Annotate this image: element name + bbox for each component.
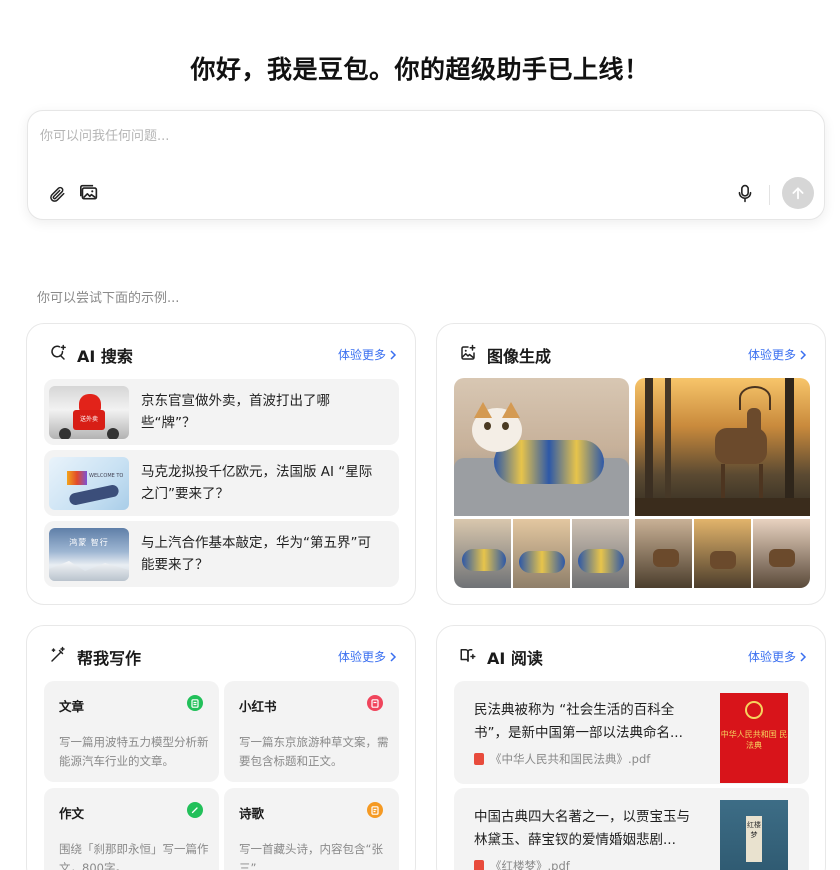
more-link[interactable]: 体验更多 <box>338 648 397 665</box>
ai-search-card: AI 搜索 体验更多 送外卖 京东官宣做外卖，首波打出了哪些“牌”？ WELCO… <box>26 323 416 605</box>
news-thumbnail: 送外卖 <box>49 386 129 439</box>
more-link-label: 体验更多 <box>337 348 386 362</box>
send-button[interactable] <box>782 177 814 209</box>
thumb-caption: 鸿蒙 智行 <box>69 538 109 547</box>
note-icon <box>367 695 383 711</box>
image-upload-button[interactable] <box>76 180 102 206</box>
reading-file: 《红楼梦》.pdf <box>474 858 570 870</box>
writing-card: 帮我写作 体验更多 文章 写一篇用波特五力模型分析新能源汽车行业的文章。 小红书… <box>26 625 416 870</box>
write-example-xiaohongshu[interactable]: 小红书 写一篇东京旅游种草文案，需要包含标题和正文。 <box>224 681 399 782</box>
generated-image-cat[interactable] <box>454 378 629 516</box>
more-link[interactable]: 体验更多 <box>748 648 807 665</box>
news-thumbnail: WELCOME TO <box>49 457 129 510</box>
generated-thumb-cat-1[interactable] <box>454 519 511 588</box>
card-header: 帮我写作 体验更多 <box>27 626 415 684</box>
card-title: 图像生成 <box>487 347 552 366</box>
generated-thumb-deer-3[interactable] <box>753 519 810 588</box>
chevron-right-icon <box>800 651 807 662</box>
more-link[interactable]: 体验更多 <box>338 346 397 363</box>
generated-thumb-deer-1[interactable] <box>635 519 692 588</box>
reading-item[interactable]: 民法典被称为 “社会生活的百科全书”，是新中国第一部以法典命名... 《中华人民… <box>454 681 809 784</box>
write-example-poem[interactable]: 诗歌 写一首藏头诗，内容包含“张三” <box>224 788 399 870</box>
book-cover-title: 红楼梦 <box>747 821 761 839</box>
news-thumbnail: 鸿蒙 智行 <box>49 528 129 581</box>
write-example-title: 诗歌 <box>239 806 265 821</box>
chevron-right-icon <box>800 349 807 360</box>
pencil-icon <box>187 802 203 818</box>
examples-hint: 你可以尝试下面的示例... <box>37 291 180 306</box>
image-icon <box>80 184 98 200</box>
toolbar-divider <box>769 185 770 205</box>
reading-file: 《中华人民共和国民法典》.pdf <box>474 751 650 767</box>
ai-reading-card: AI 阅读 体验更多 民法典被称为 “社会生活的百科全书”，是新中国第一部以法典… <box>436 625 826 870</box>
news-title: 京东官宣做外卖，首波打出了哪些“牌”？ <box>141 393 330 431</box>
image-generation-card: 图像生成 体验更多 <box>436 323 826 605</box>
news-item[interactable]: 送外卖 京东官宣做外卖，首波打出了哪些“牌”？ <box>44 379 399 445</box>
write-example-essay[interactable]: 作文 围绕「刹那即永恒」写一篇作文，800字。 <box>44 788 219 870</box>
write-example-title: 文章 <box>59 699 85 714</box>
pdf-icon <box>474 753 484 765</box>
document-icon <box>187 695 203 711</box>
news-title: 与上汽合作基本敲定，华为“第五界”可能要来了？ <box>141 535 371 573</box>
book-cover: 红楼梦 <box>720 800 788 870</box>
image-generate-icon <box>461 344 476 360</box>
write-example-desc: 围绕「刹那即永恒」写一篇作文，800字。 <box>59 842 209 870</box>
more-link-label: 体验更多 <box>747 348 796 362</box>
poem-icon <box>367 802 383 818</box>
generated-image-deer[interactable] <box>635 378 810 516</box>
news-title: 马克龙拟投千亿欧元，法国版 AI “星际之门”要来了？ <box>141 464 373 502</box>
reading-item[interactable]: 中国古典四大名著之一，以贾宝玉与林黛玉、薛宝钗的爱情婚姻悲剧... 《红楼梦》.… <box>454 788 809 870</box>
chat-input-box[interactable] <box>27 110 825 220</box>
pdf-icon <box>474 860 484 870</box>
chat-input[interactable] <box>40 123 800 149</box>
more-link-label: 体验更多 <box>747 650 796 664</box>
card-header: AI 搜索 体验更多 <box>27 324 415 382</box>
card-title: AI 搜索 <box>77 347 133 366</box>
card-header: 图像生成 体验更多 <box>437 324 825 382</box>
write-example-desc: 写一首藏头诗，内容包含“张三” <box>239 842 383 870</box>
thumb-caption: WELCOME TO <box>89 473 124 479</box>
card-title: AI 阅读 <box>487 649 543 668</box>
more-link-label: 体验更多 <box>337 650 386 664</box>
chevron-right-icon <box>390 651 397 662</box>
generated-thumb-cat-2[interactable] <box>513 519 570 588</box>
paperclip-icon <box>50 186 65 202</box>
book-cover-title: 中华人民共和国 民法典 <box>720 730 788 750</box>
arrow-up-icon <box>792 187 804 200</box>
chevron-right-icon <box>390 349 397 360</box>
reading-summary: 中国古典四大名著之一，以贾宝玉与林黛玉、薛宝钗的爱情婚姻悲剧... <box>474 809 690 848</box>
thumb-caption: 送外卖 <box>79 416 98 423</box>
write-example-title: 作文 <box>59 806 85 821</box>
generated-thumb-deer-2[interactable] <box>694 519 751 588</box>
write-example-desc: 写一篇用波特五力模型分析新能源汽车行业的文章。 <box>59 735 209 768</box>
magic-pen-icon <box>51 646 65 662</box>
book-cover: 中华人民共和国 民法典 <box>720 693 788 783</box>
reading-file-name: 《中华人民共和国民法典》.pdf <box>490 752 651 766</box>
more-link[interactable]: 体验更多 <box>748 346 807 363</box>
generated-thumb-cat-3[interactable] <box>572 519 629 588</box>
ai-search-icon <box>51 344 66 360</box>
voice-input-button[interactable] <box>732 180 758 206</box>
reading-file-name: 《红楼梦》.pdf <box>490 859 570 870</box>
attach-button[interactable] <box>44 181 70 207</box>
microphone-icon <box>738 184 752 202</box>
page-title: 你好，我是豆包。你的超级助手已上线！ <box>190 55 650 84</box>
news-item[interactable]: WELCOME TO 马克龙拟投千亿欧元，法国版 AI “星际之门”要来了？ <box>44 450 399 516</box>
write-example-article[interactable]: 文章 写一篇用波特五力模型分析新能源汽车行业的文章。 <box>44 681 219 782</box>
card-title: 帮我写作 <box>77 649 142 668</box>
card-header: AI 阅读 体验更多 <box>437 626 825 684</box>
write-example-title: 小红书 <box>239 699 277 714</box>
book-icon <box>460 649 476 662</box>
write-example-desc: 写一篇东京旅游种草文案，需要包含标题和正文。 <box>239 735 389 768</box>
news-item[interactable]: 鸿蒙 智行 与上汽合作基本敲定，华为“第五界”可能要来了？ <box>44 521 399 587</box>
reading-summary: 民法典被称为 “社会生活的百科全书”，是新中国第一部以法典命名... <box>474 702 683 741</box>
